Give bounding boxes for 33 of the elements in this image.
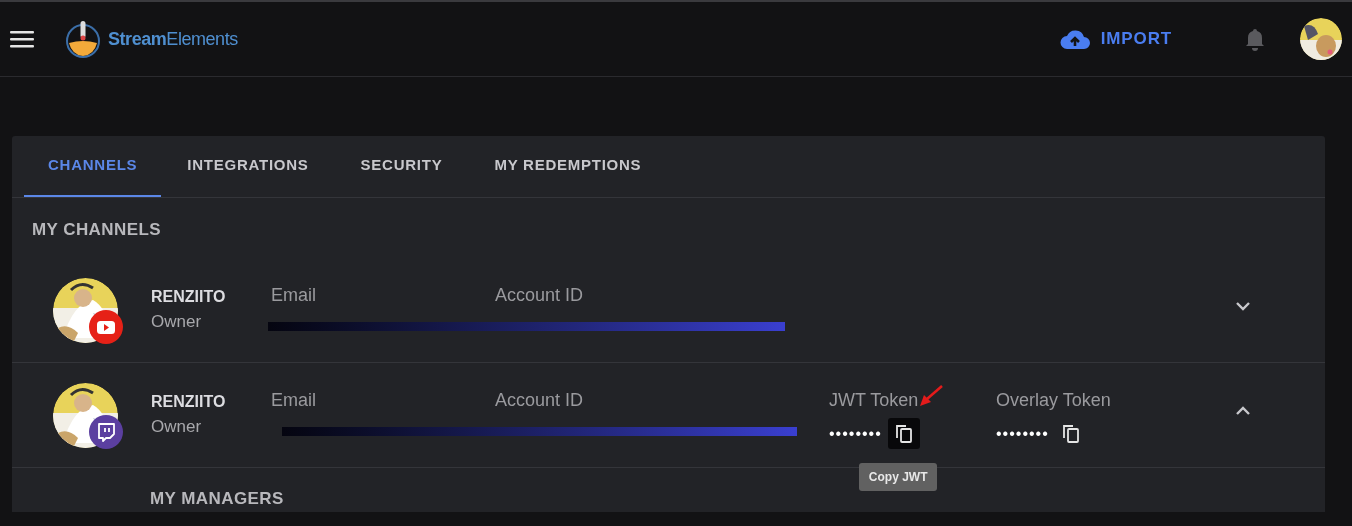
import-button[interactable]: IMPORT (1058, 26, 1172, 52)
video-play-icon (89, 309, 123, 344)
chevron-up-icon[interactable] (1235, 406, 1251, 416)
tab[interactable]: SECURITY (334, 136, 469, 197)
rocket-logo-icon (64, 19, 102, 59)
channel-role: Owner (151, 416, 203, 439)
brand-name: StreamElements (108, 27, 238, 51)
annotation-arrow (917, 384, 944, 408)
tooltip: Copy JWT (858, 463, 938, 491)
notification-bell-icon[interactable] (1244, 27, 1266, 51)
masked-token: •••••••• (996, 423, 1049, 444)
field-label: Email (271, 390, 316, 410)
tab[interactable]: INTEGRATIONS (161, 136, 335, 197)
channel-name: RENZIITO (151, 287, 227, 308)
section-title: MY CHANNELS (31, 219, 163, 241)
field-label: JWT Token (829, 389, 919, 412)
copy-icon (894, 423, 913, 444)
menu-icon[interactable] (10, 30, 34, 48)
tab[interactable]: CHANNELS (24, 136, 162, 197)
channel-role: Owner (151, 311, 203, 334)
field-label: Account ID (495, 285, 584, 305)
chat-bubble-icon (89, 414, 123, 449)
copy-icon (1061, 423, 1080, 444)
field-label: Email (271, 285, 316, 305)
copy-button[interactable] (887, 418, 920, 449)
field-label: Account ID (495, 390, 584, 410)
section-title: MY MANAGERS (150, 488, 284, 510)
masked-token: •••••••• (829, 423, 882, 444)
field-label: Overlay Token (996, 389, 1111, 412)
channel-name: RENZIITO (151, 392, 227, 413)
tab[interactable]: MY REDEMPTIONS (468, 136, 668, 197)
chevron-down-icon[interactable] (1235, 301, 1251, 311)
cloud-upload-icon (1058, 28, 1091, 50)
